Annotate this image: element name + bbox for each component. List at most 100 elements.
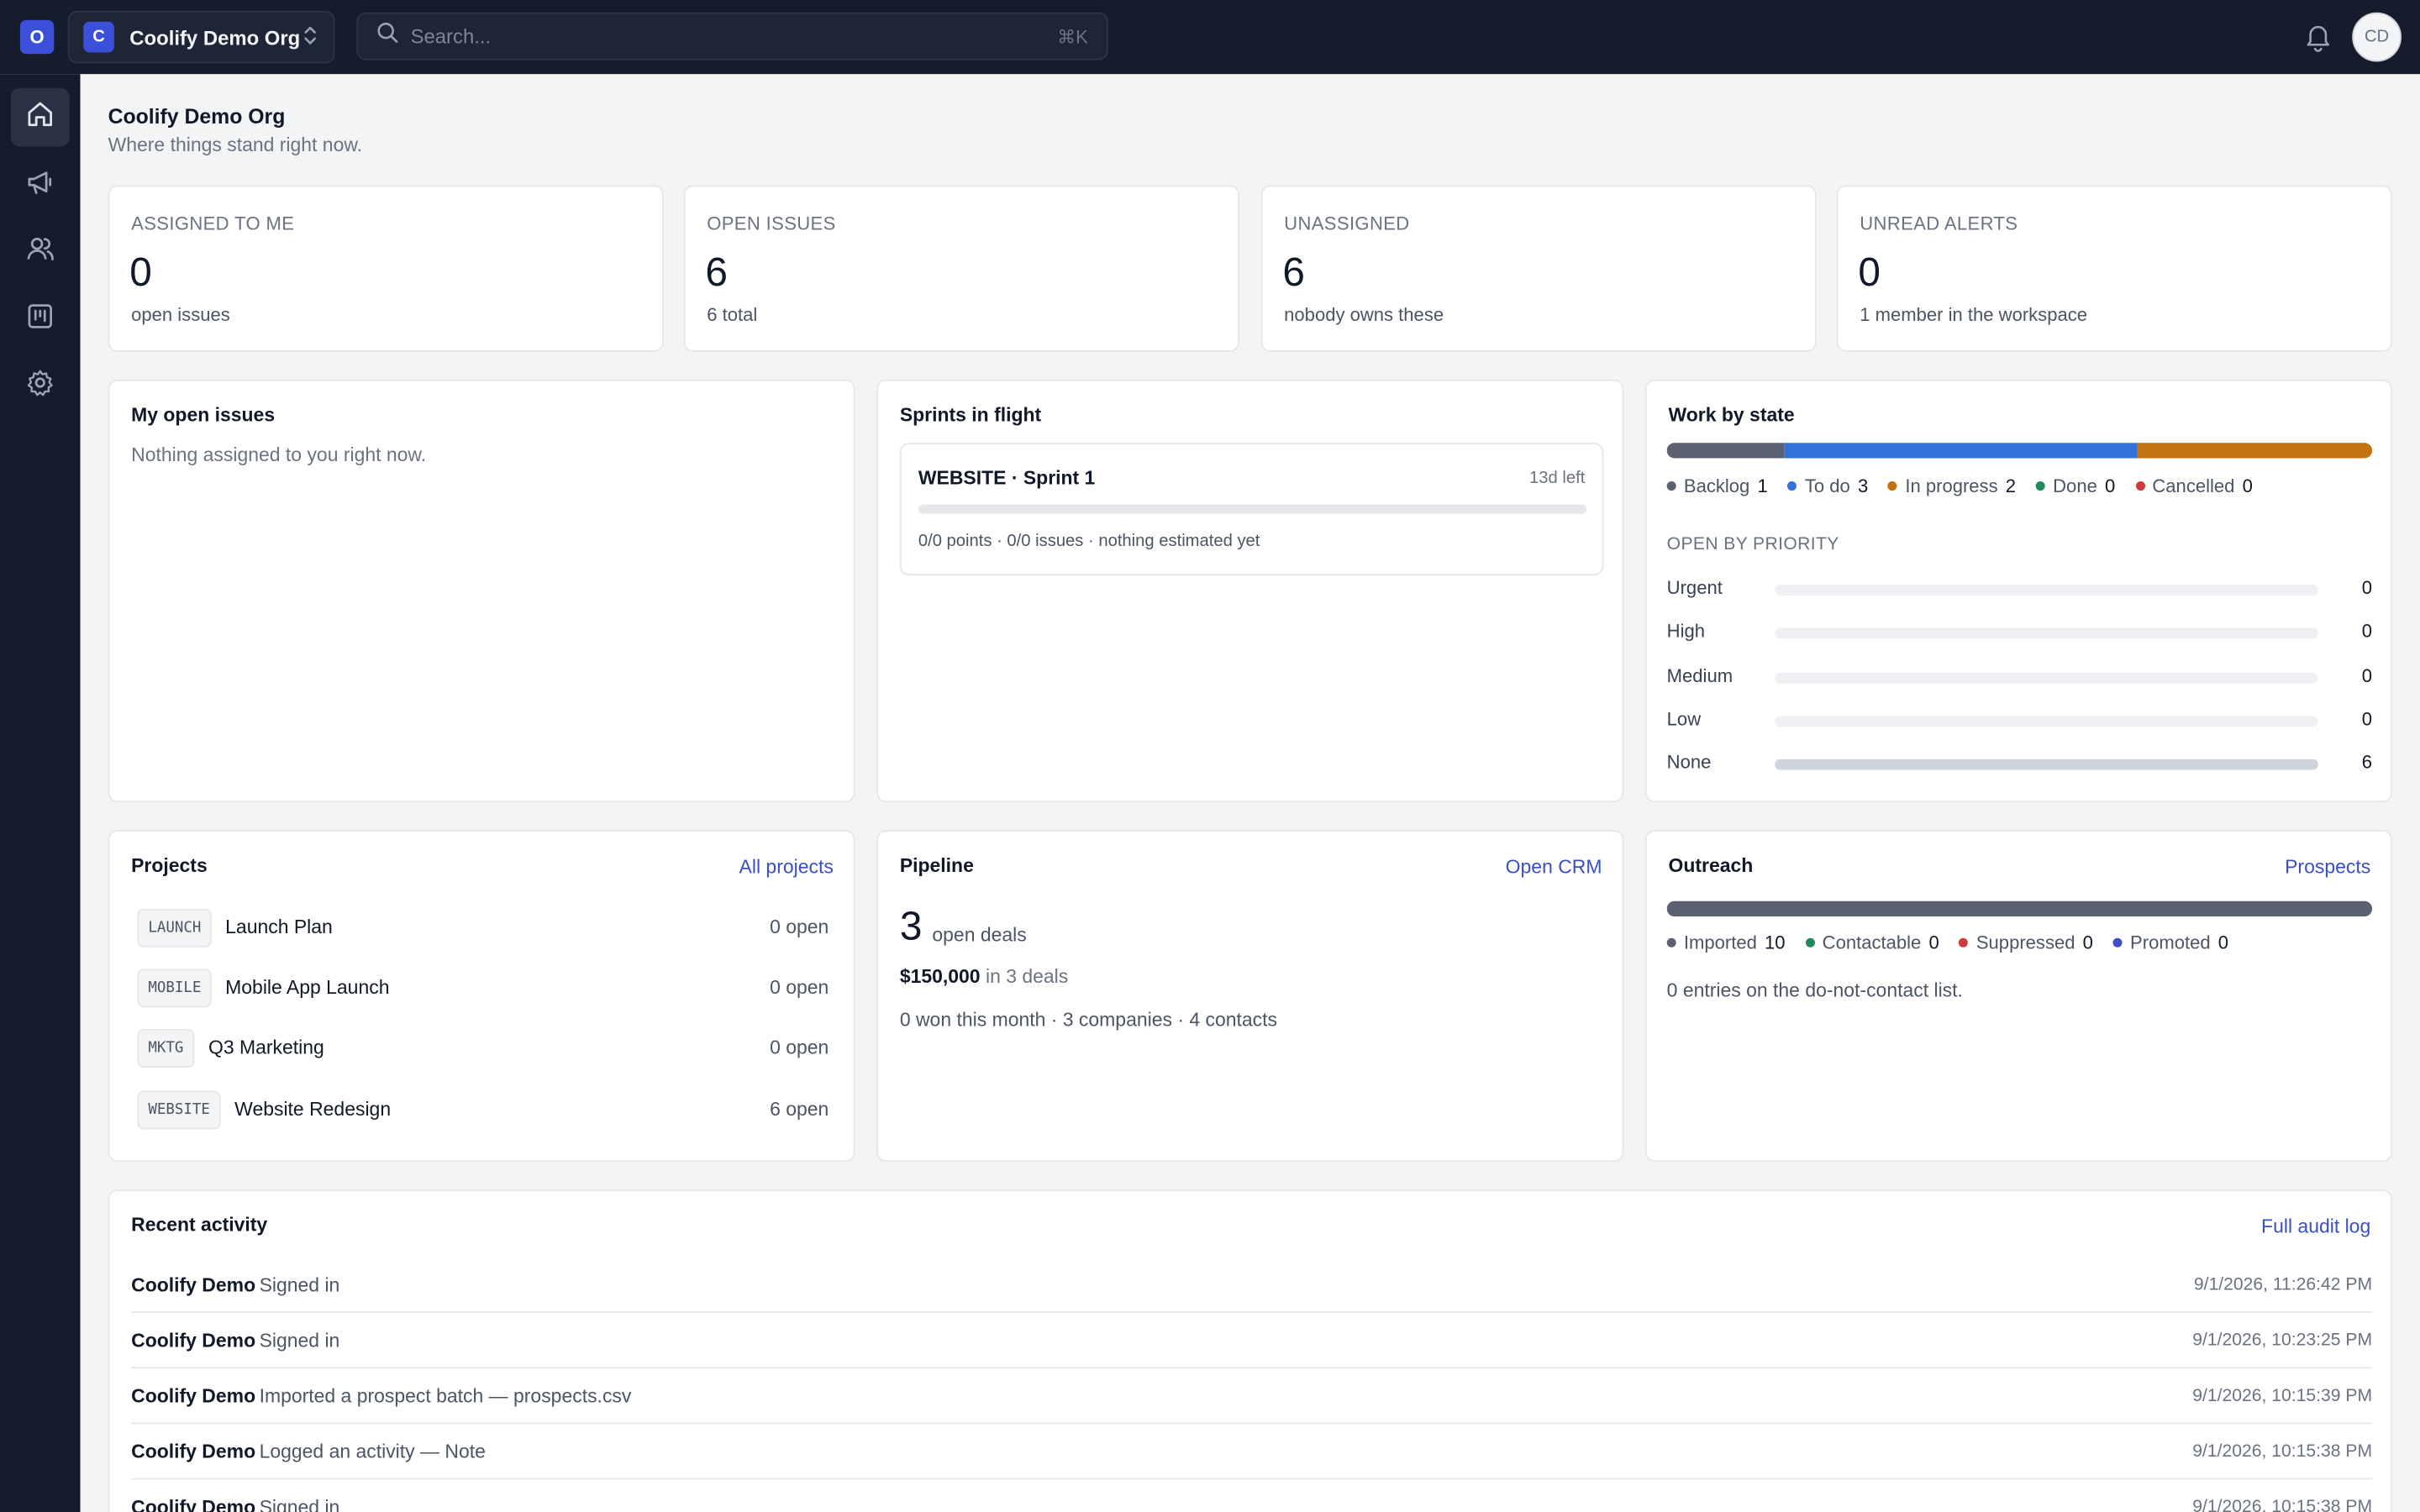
project-key: WEBSITE (137, 1089, 221, 1129)
project-name: Launch Plan (225, 916, 333, 938)
legend-count: 2 (2005, 475, 2017, 497)
legend-count: 10 (1765, 932, 1786, 954)
users-icon (24, 232, 55, 270)
project-row[interactable]: MOBILE Mobile App Launch 0 open (137, 969, 829, 1010)
legend-dot (1787, 481, 1797, 491)
pipeline-amount: $150,000 (899, 965, 981, 988)
priority-count: 0 (2361, 576, 2373, 599)
org-switcher[interactable]: C Coolify Demo Org (67, 10, 335, 64)
card-title: My open issues (131, 404, 276, 426)
top-bar: O C Coolify Demo Org ⌘K CD (0, 0, 2420, 75)
stat-label: OPEN ISSUES (707, 213, 836, 235)
distribution-segment (1784, 443, 2138, 459)
priority-bar (1775, 628, 2318, 639)
activity-timestamp: 9/1/2026, 10:15:38 PM (2192, 1442, 2373, 1462)
legend-dot (1805, 937, 1815, 948)
distribution-segment (2137, 443, 2373, 459)
legend-item: Suppressed 0 (1959, 932, 2093, 954)
priority-bar (1775, 759, 2318, 770)
priority-bar (1775, 716, 2318, 727)
priority-row: None 6 (1667, 748, 2372, 780)
card-title: Projects (131, 854, 208, 877)
legend-label: Contactable (1822, 932, 1922, 954)
main-content: Coolify Demo Org Where things stand righ… (81, 74, 2420, 1512)
legend-count: 0 (2217, 932, 2229, 954)
my-open-issues-card: My open issues Nothing assigned to you r… (108, 379, 855, 803)
sidebar-item-boards[interactable] (11, 290, 70, 349)
bell-icon[interactable] (2302, 22, 2333, 60)
activity-timestamp: 9/1/2026, 10:15:38 PM (2192, 1498, 2373, 1512)
stat-label: UNASSIGNED (1284, 213, 1410, 235)
legend-item: Imported 10 (1666, 932, 1786, 954)
legend-count: 0 (2105, 475, 2116, 497)
legend-item: To do 3 (1787, 475, 1868, 497)
priority-count: 0 (2361, 707, 2373, 730)
stat-card-unread-alerts[interactable]: UNREAD ALERTS 0 1 member in the workspac… (1836, 185, 2392, 352)
stat-value: 6 (705, 248, 728, 295)
legend-label: To do (1804, 475, 1850, 497)
priority-count: 6 (2361, 751, 2373, 774)
pipeline-card: Pipeline Open CRM 3 open deals $150,000 … (876, 830, 1624, 1163)
legend-label: Promoted (2130, 932, 2211, 954)
legend-label: Suppressed (1975, 932, 2075, 954)
brand-logo[interactable]: O (19, 19, 55, 55)
priority-bar (1775, 585, 2318, 596)
sidebar-item-outreach[interactable] (11, 156, 70, 215)
board-icon (24, 300, 55, 339)
deals-label: open deals (932, 924, 1027, 946)
work-by-state-card: Work by state Backlog 1 To do 3 In progress 2… (1644, 379, 2392, 803)
stat-value: 0 (1858, 248, 1881, 295)
priority-row: High 0 (1667, 617, 2372, 648)
project-row[interactable]: WEBSITE Website Redesign 6 open (137, 1089, 829, 1131)
priority-count: 0 (2361, 664, 2373, 686)
sidebar-item-settings[interactable] (11, 356, 70, 415)
page-title: Coolify Demo Org (108, 104, 286, 129)
sidebar-item-home[interactable] (10, 87, 70, 147)
projects-card: Projects All projects LAUNCH Launch Plan 0… (108, 830, 855, 1163)
card-title: Sprints in flight (899, 404, 1042, 426)
org-name: Coolify Demo Org (129, 25, 301, 49)
stat-value: 6 (1282, 248, 1305, 295)
user-avatar[interactable]: CD (2352, 12, 2402, 62)
all-projects-link[interactable]: All projects (739, 856, 834, 878)
stat-value: 0 (129, 248, 152, 295)
project-key: MOBILE (137, 969, 213, 1008)
gear-icon (24, 366, 55, 405)
search-input[interactable] (410, 24, 1058, 48)
prospects-link[interactable]: Prospects (2285, 856, 2370, 878)
legend-dot (1959, 937, 1969, 948)
full-audit-log-link[interactable]: Full audit log (2261, 1215, 2370, 1237)
legend-item: In progress 2 (1888, 475, 2017, 497)
stat-card-open-issues[interactable]: OPEN ISSUES 6 6 total (683, 185, 1239, 352)
activity-actor: Coolify Demo (131, 1496, 256, 1512)
sprint-item[interactable]: WEBSITE · Sprint 1 13d left 0/0 points ·… (899, 443, 1604, 576)
home-icon (24, 98, 55, 137)
sprint-progress-bar (918, 504, 1587, 514)
stat-label: ASSIGNED TO ME (131, 213, 295, 235)
activity-row: Coolify Demo Signed in 9/1/2026, 10:23:25 … (131, 1313, 2372, 1369)
distribution-segment (1666, 900, 2373, 917)
legend-item: Contactable 0 (1805, 932, 1939, 953)
open-crm-link[interactable]: Open CRM (1506, 856, 1602, 878)
card-title: Recent activity (131, 1214, 268, 1236)
stat-card-unassigned[interactable]: UNASSIGNED 6 nobody owns these (1260, 185, 1817, 352)
priority-label: Urgent (1666, 576, 1723, 599)
sidebar-item-contacts[interactable] (11, 222, 70, 281)
org-avatar: C (83, 21, 114, 53)
activity-row: Coolify Demo Signed in 9/1/2026, 11:26:42 … (131, 1257, 2372, 1314)
legend-item: Backlog 1 (1666, 475, 1768, 496)
activity-action: Signed in (259, 1274, 340, 1296)
project-row[interactable]: MKTG Q3 Marketing 0 open (137, 1029, 829, 1070)
stat-card-assigned[interactable]: ASSIGNED TO ME 0 open issues (108, 185, 664, 352)
stat-label: UNREAD ALERTS (1860, 213, 2018, 235)
legend-item: Cancelled 0 (2135, 475, 2253, 496)
search-box[interactable]: ⌘K (356, 12, 1108, 60)
project-row[interactable]: LAUNCH Launch Plan 0 open (137, 908, 829, 949)
activity-row: Coolify Demo Signed in 9/1/2026, 10:15:38 … (131, 1479, 2372, 1512)
project-name: Q3 Marketing (208, 1037, 324, 1059)
outreach-card: Outreach Prospects Imported 10 Contactable… (1644, 830, 2392, 1163)
legend-count: 0 (1928, 932, 1939, 954)
project-key: LAUNCH (137, 908, 213, 948)
legend-item: Promoted 0 (2112, 932, 2229, 954)
card-title: Work by state (1668, 404, 1795, 426)
